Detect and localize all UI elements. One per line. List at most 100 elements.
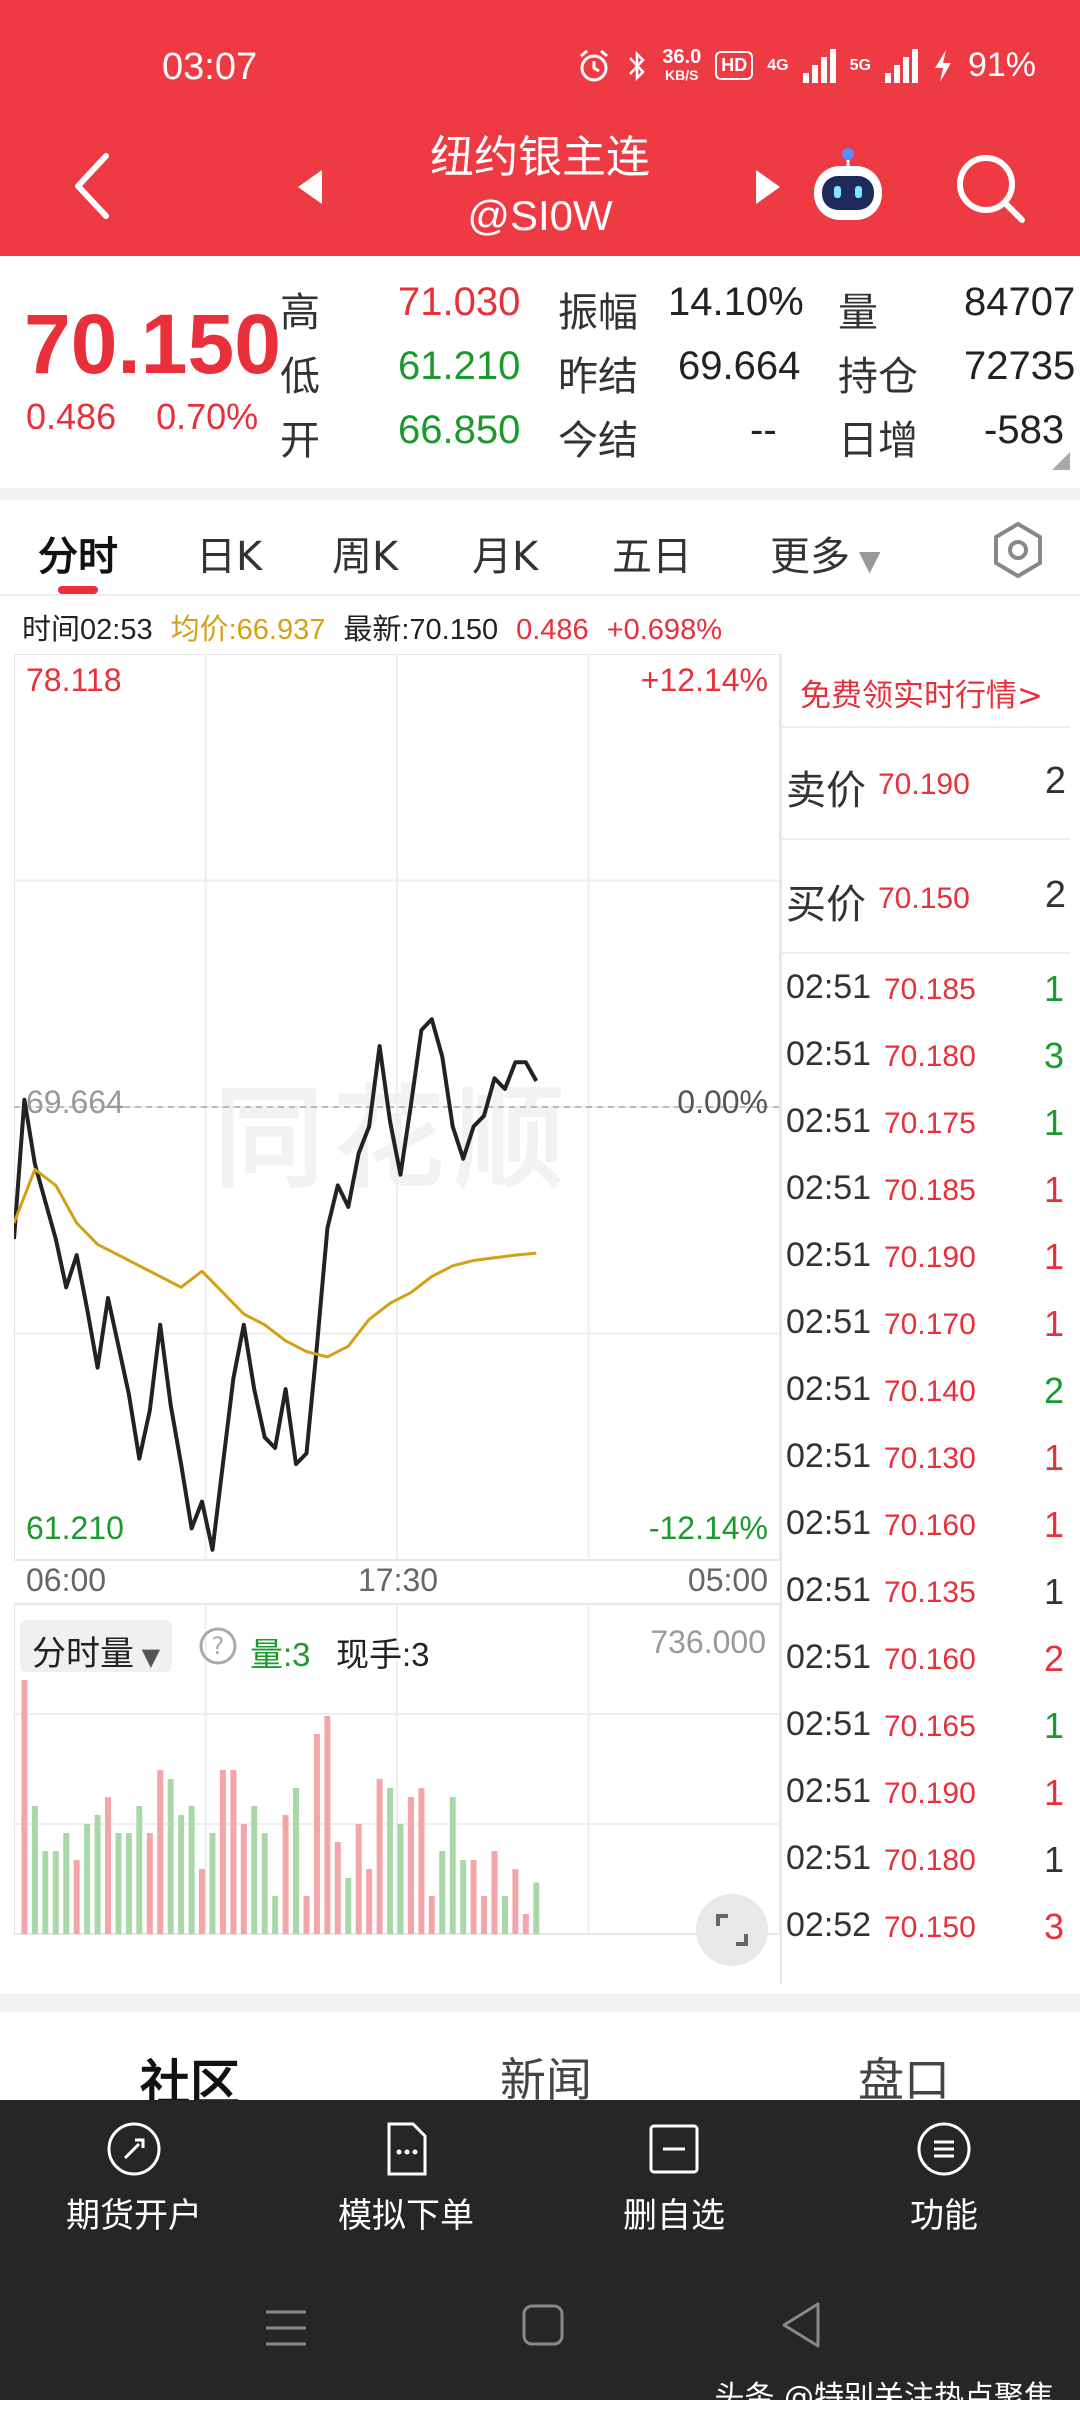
tab-five-day[interactable]: 五日 <box>612 524 692 582</box>
high-label: 高 <box>280 290 320 336</box>
tick-time: 02:52 <box>786 1906 872 1944</box>
open-value: 66.850 <box>398 408 521 452</box>
bid-volume: 2 <box>1044 874 1066 916</box>
info-change-pct: +0.698% <box>606 614 722 646</box>
volume-bar <box>533 1882 540 1934</box>
tick-row: 02:51 70.175 1 <box>782 1090 1070 1157</box>
tab-intraday[interactable]: 分时 <box>38 524 118 582</box>
tick-price: 70.170 <box>884 1308 976 1341</box>
volume-bar <box>63 1833 70 1934</box>
volume-type-dropdown[interactable]: 分时量 ▼ <box>20 1620 173 1674</box>
bid-row: 买价 70.150 2 <box>782 842 1070 954</box>
signal-4g-icon <box>802 48 836 83</box>
prev-contract-icon[interactable] <box>296 168 326 206</box>
bid-price: 70.150 <box>878 882 970 915</box>
volume-bar <box>105 1797 112 1934</box>
tab-more-label: 更多 <box>770 534 850 580</box>
change-value: 0.486 <box>26 396 117 437</box>
functions-button[interactable]: 功能 <box>834 2120 1054 2237</box>
tick-time: 02:51 <box>786 1035 872 1073</box>
volume-bar <box>251 1806 258 1934</box>
recent-apps-icon[interactable] <box>262 2304 310 2352</box>
contract-code: @SI0W <box>467 192 613 239</box>
free-realtime-quote-link[interactable]: 免费领实时行情> <box>782 654 1070 728</box>
tick-price: 70.190 <box>884 1241 976 1274</box>
system-back-icon[interactable] <box>778 2300 824 2350</box>
tab-daily-k[interactable]: 日K <box>196 524 262 582</box>
tick-time: 02:51 <box>786 1638 872 1676</box>
volume-bar <box>261 1833 268 1934</box>
oi-change-value: -583 <box>984 408 1065 452</box>
tick-row: 02:51 70.135 1 <box>782 1559 1070 1626</box>
volume-bar <box>146 1833 153 1934</box>
account-compass-icon <box>107 2122 161 2176</box>
intraday-chart[interactable]: 同花顺 78.118 +12.14% 69.664 0.00% 61.210 -… <box>14 654 780 1984</box>
section-tabs: 社区 新闻 盘口 <box>0 2012 1080 2100</box>
tick-row: 02:51 70.180 3 <box>782 1023 1070 1090</box>
y-top-label: 78.118 <box>26 662 122 698</box>
volume-bar <box>501 1896 508 1934</box>
info-time: 时间02:53 <box>22 614 153 646</box>
tick-time: 02:51 <box>786 1169 872 1207</box>
tick-time: 02:51 <box>786 1370 872 1408</box>
volume-bar <box>376 1779 383 1934</box>
volume-bar <box>42 1851 49 1934</box>
tick-volume: 1 <box>1043 1839 1064 1880</box>
menu-circle-icon <box>917 2122 971 2176</box>
signal-5g-label: 5G <box>849 56 871 74</box>
settings-hexagon-icon[interactable] <box>988 520 1048 580</box>
tick-time: 02:51 <box>786 1303 872 1341</box>
ask-volume: 2 <box>1044 760 1066 802</box>
volume-bar <box>293 1788 300 1934</box>
simulate-order-button[interactable]: 模拟下单 <box>296 2120 516 2237</box>
y-bottom-pct: -12.14% <box>648 1510 768 1546</box>
volume-value: 84707 <box>964 280 1076 324</box>
tab-weekly-k[interactable]: 周K <box>332 524 398 582</box>
contract-name: 纽约银主连 <box>430 132 650 183</box>
home-icon[interactable] <box>520 2302 566 2348</box>
tab-community[interactable]: 社区 <box>140 2044 240 2100</box>
x-label-end: 05:00 <box>687 1562 768 1598</box>
tab-monthly-k[interactable]: 月K <box>472 524 538 582</box>
functions-label: 功能 <box>910 2196 978 2236</box>
tick-time: 02:51 <box>786 1839 872 1877</box>
info-latest: 最新:70.150 <box>343 614 499 646</box>
volume-bar <box>355 1824 362 1934</box>
open-label: 开 <box>280 418 320 464</box>
tick-volume: 1 <box>1043 1169 1064 1210</box>
expand-corner-icon[interactable] <box>1052 452 1070 470</box>
volume-bar <box>282 1815 289 1934</box>
remove-watchlist-button[interactable]: 删自选 <box>564 2120 784 2237</box>
tick-volume: 1 <box>1043 968 1064 1009</box>
volume-bar <box>73 1860 80 1934</box>
volume-bar <box>334 1842 341 1934</box>
back-icon[interactable] <box>64 146 124 226</box>
change-percent: 0.70% <box>156 396 259 437</box>
help-icon[interactable]: ? <box>198 1626 238 1666</box>
document-icon <box>387 2122 427 2176</box>
volume-type-label: 分时量 <box>32 1634 134 1674</box>
fullscreen-button[interactable] <box>696 1894 768 1966</box>
tick-volume: 1 <box>1043 1303 1064 1344</box>
tick-row: 02:51 70.185 1 <box>782 956 1070 1023</box>
settle-value: -- <box>750 408 777 452</box>
prev-settle-label: 昨结 <box>558 354 638 400</box>
search-icon[interactable] <box>950 148 1030 228</box>
last-price: 70.150 <box>24 297 281 391</box>
next-contract-icon[interactable] <box>752 168 782 206</box>
status-icons: 36.0 KB/S HD 4G 5G 91% <box>576 46 1036 85</box>
volume-bar <box>115 1833 122 1934</box>
volume-bar <box>522 1914 529 1934</box>
robot-assistant-icon[interactable] <box>806 144 890 228</box>
tab-news[interactable]: 新闻 <box>500 2044 592 2100</box>
fullscreen-icon <box>716 1914 748 1946</box>
volume-bar <box>470 1860 477 1934</box>
tick-volume: 1 <box>1043 1571 1064 1612</box>
amplitude-value: 14.10% <box>668 280 804 324</box>
volume-bar <box>157 1770 164 1934</box>
tick-row: 02:51 70.190 1 <box>782 1224 1070 1291</box>
tab-more[interactable]: 更多 ▼ <box>770 524 880 582</box>
tick-list[interactable]: 02:51 70.185 1 02:51 70.180 3 02:51 70.175 1 02:5… <box>782 956 1070 1984</box>
tab-order-book[interactable]: 盘口 <box>858 2044 950 2100</box>
open-account-button[interactable]: 期货开户 <box>24 2120 244 2237</box>
